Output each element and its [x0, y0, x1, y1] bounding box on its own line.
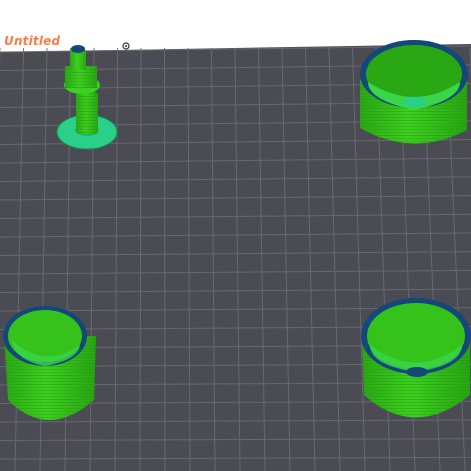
- build-plate[interactable]: [0, 0, 471, 471]
- 3d-viewport[interactable]: Untitled: [0, 0, 471, 471]
- model-cylinder-cup[interactable]: [3, 306, 96, 420]
- plate-title[interactable]: Untitled: [4, 34, 60, 48]
- model-ring-container-small[interactable]: [361, 298, 471, 418]
- model-ring-container-large[interactable]: [360, 40, 468, 144]
- gear-icon[interactable]: [121, 42, 131, 50]
